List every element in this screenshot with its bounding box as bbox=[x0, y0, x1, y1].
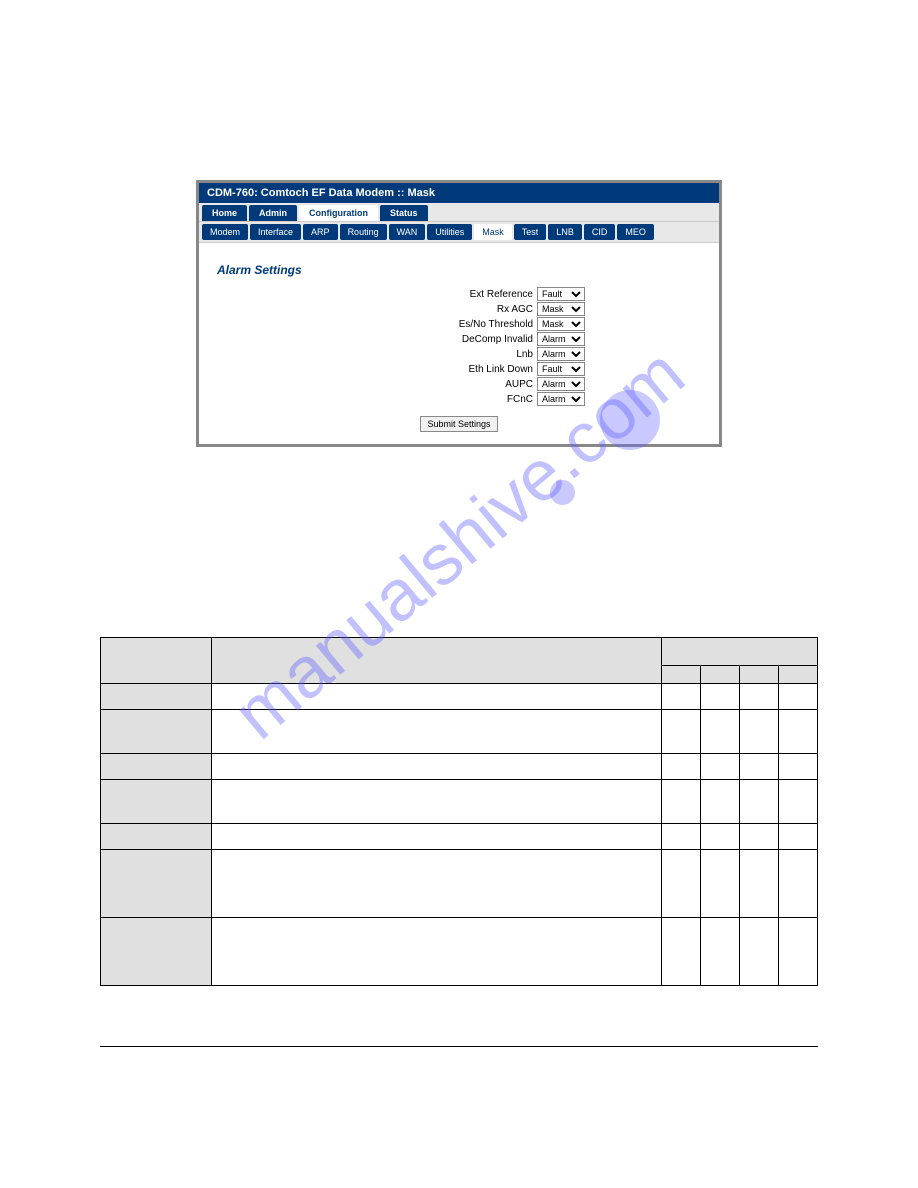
sub-tab-bar: Modem Interface ARP Routing WAN Utilitie… bbox=[199, 221, 719, 243]
rx-agc-label: Rx AGC bbox=[333, 304, 537, 315]
decomp-invalid-select[interactable]: Alarm bbox=[537, 332, 585, 346]
table-cell bbox=[212, 850, 662, 918]
decomp-invalid-label: DeComp Invalid bbox=[333, 334, 537, 345]
primary-tab-home[interactable]: Home bbox=[202, 205, 247, 221]
table-cell bbox=[662, 824, 701, 850]
sub-tab-lnb[interactable]: LNB bbox=[548, 224, 582, 240]
fcnc-label: FCnC bbox=[333, 394, 537, 405]
table-cell bbox=[740, 918, 779, 986]
table-cell bbox=[701, 850, 740, 918]
table-cell bbox=[740, 754, 779, 780]
table-cell bbox=[662, 918, 701, 986]
table-cell bbox=[779, 710, 818, 754]
table-header-desc bbox=[212, 638, 662, 684]
sub-tab-arp[interactable]: ARP bbox=[303, 224, 338, 240]
table-cell bbox=[212, 780, 662, 824]
watermark-dot bbox=[550, 480, 575, 505]
table-row-label bbox=[101, 918, 212, 986]
table-row-label bbox=[101, 824, 212, 850]
primary-tab-bar: Home Admin Configuration Status bbox=[199, 203, 719, 221]
table-cell bbox=[212, 754, 662, 780]
table-cell bbox=[779, 850, 818, 918]
table-cell bbox=[740, 710, 779, 754]
primary-tab-status[interactable]: Status bbox=[380, 205, 428, 221]
table-row-label bbox=[101, 780, 212, 824]
sub-tab-mask[interactable]: Mask bbox=[474, 224, 512, 240]
table-cell bbox=[212, 684, 662, 710]
table-cell bbox=[662, 710, 701, 754]
sub-tab-modem[interactable]: Modem bbox=[202, 224, 248, 240]
table-cell bbox=[740, 684, 779, 710]
table-cell bbox=[779, 684, 818, 710]
sub-tab-meo[interactable]: MEO bbox=[617, 224, 654, 240]
table-cell bbox=[779, 780, 818, 824]
ext-reference-select[interactable]: Fault bbox=[537, 287, 585, 301]
sub-tab-wan[interactable]: WAN bbox=[389, 224, 426, 240]
table-row-label bbox=[101, 710, 212, 754]
fcnc-select[interactable]: Alarm bbox=[537, 392, 585, 406]
aupc-select[interactable]: Alarm bbox=[537, 377, 585, 391]
table-row-label bbox=[101, 754, 212, 780]
eth-link-down-label: Eth Link Down bbox=[333, 364, 537, 375]
panel-title: CDM-760: Comtoch EF Data Modem :: Mask bbox=[199, 183, 719, 203]
rx-agc-select[interactable]: Mask bbox=[537, 302, 585, 316]
sub-tab-cid[interactable]: CID bbox=[584, 224, 616, 240]
table-row-label bbox=[101, 850, 212, 918]
table-sub-header bbox=[779, 666, 818, 684]
section-heading: Alarm Settings bbox=[217, 263, 701, 277]
sub-tab-utilities[interactable]: Utilities bbox=[427, 224, 472, 240]
ext-reference-label: Ext Reference bbox=[333, 289, 537, 300]
esno-threshold-select[interactable]: Mask bbox=[537, 317, 585, 331]
primary-tab-admin[interactable]: Admin bbox=[249, 205, 297, 221]
table-cell bbox=[701, 918, 740, 986]
lnb-select[interactable]: Alarm bbox=[537, 347, 585, 361]
table-sub-header bbox=[701, 666, 740, 684]
sub-tab-interface[interactable]: Interface bbox=[250, 224, 301, 240]
table-cell bbox=[662, 684, 701, 710]
lnb-label: Lnb bbox=[333, 349, 537, 360]
table-cell bbox=[212, 824, 662, 850]
config-panel: CDM-760: Comtoch EF Data Modem :: Mask H… bbox=[196, 180, 722, 447]
sub-tab-test[interactable]: Test bbox=[514, 224, 547, 240]
table-cell bbox=[701, 710, 740, 754]
table-cell bbox=[662, 754, 701, 780]
table-cell bbox=[212, 710, 662, 754]
submit-settings-button[interactable]: Submit Settings bbox=[420, 416, 497, 432]
table-cell bbox=[779, 824, 818, 850]
table-cell bbox=[212, 918, 662, 986]
table-row-label bbox=[101, 684, 212, 710]
table-cell bbox=[701, 824, 740, 850]
table-sub-header bbox=[662, 666, 701, 684]
table-cell bbox=[662, 850, 701, 918]
primary-tab-configuration[interactable]: Configuration bbox=[299, 205, 378, 221]
table-cell bbox=[701, 684, 740, 710]
esno-threshold-label: Es/No Threshold bbox=[333, 319, 537, 330]
data-table bbox=[100, 637, 818, 986]
footer-rule bbox=[100, 1046, 818, 1047]
table-header-feature bbox=[101, 638, 212, 684]
table-cell bbox=[779, 918, 818, 986]
table-sub-header bbox=[740, 666, 779, 684]
table-header-group bbox=[662, 638, 818, 666]
sub-tab-routing[interactable]: Routing bbox=[340, 224, 387, 240]
table-cell bbox=[662, 780, 701, 824]
table-cell bbox=[740, 780, 779, 824]
table-cell bbox=[701, 780, 740, 824]
aupc-label: AUPC bbox=[333, 379, 537, 390]
table-cell bbox=[740, 824, 779, 850]
eth-link-down-select[interactable]: Fault bbox=[537, 362, 585, 376]
table-cell bbox=[740, 850, 779, 918]
table-cell bbox=[701, 754, 740, 780]
table-cell bbox=[779, 754, 818, 780]
